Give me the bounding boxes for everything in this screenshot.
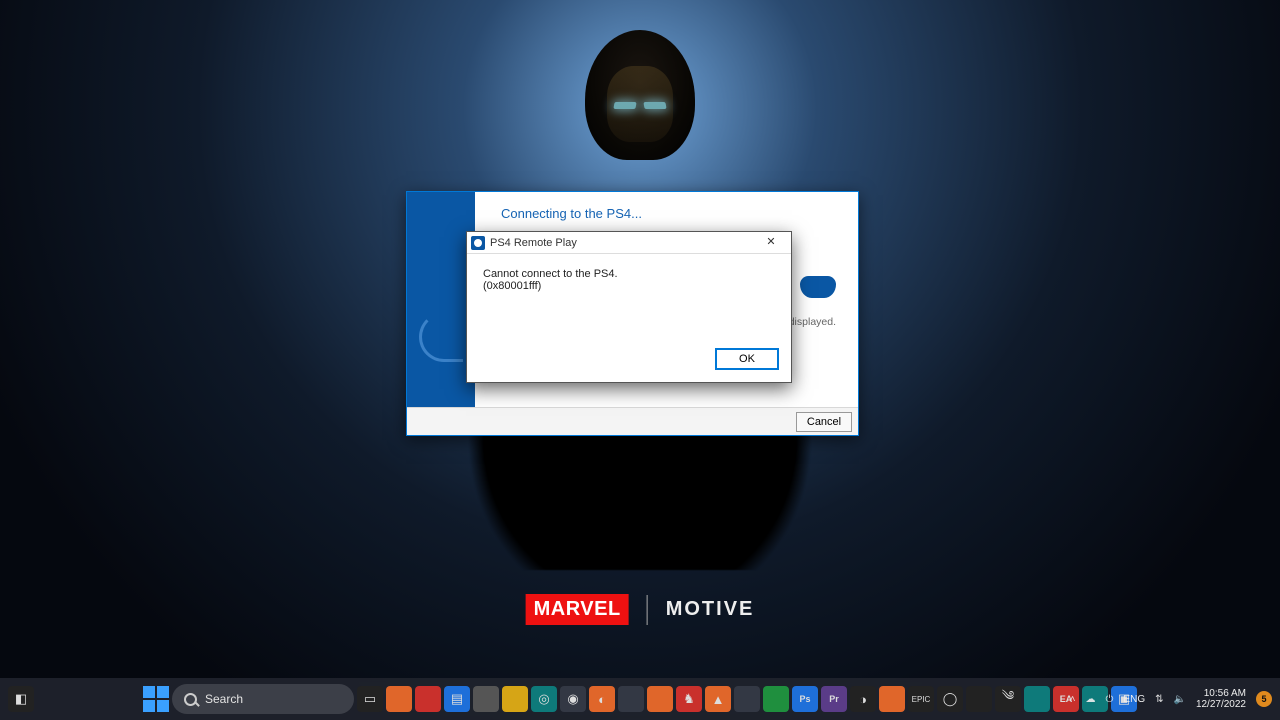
notifications-button[interactable]: 5 [1256,691,1272,707]
volume-tray-icon[interactable]: 🔈 [1173,694,1185,705]
wallpaper-helmet [585,30,695,160]
epic-icon: EPIC [912,695,931,704]
taskbar-clock[interactable]: 10:56 AM 12/27/2022 [1196,688,1246,711]
firefox-icon: ◐ [598,692,606,707]
taskbar-app-8[interactable] [763,686,789,712]
remote-play-screen-note: displayed. [789,316,836,328]
taskbar-app-1[interactable] [386,686,412,712]
remote-play-sidebar [407,192,475,407]
taskbar-app-4[interactable] [502,686,528,712]
task-view-button[interactable]: ▭ [357,686,383,712]
edge-button[interactable]: ◎ [531,686,557,712]
taskbar-app-9[interactable] [879,686,905,712]
brave-button[interactable]: ♞ [676,686,702,712]
steam-button[interactable]: ◯ [937,686,963,712]
clock-date: 12/27/2022 [1196,699,1246,711]
photoshop-button[interactable]: Ps [792,686,818,712]
close-icon: ✕ [766,236,775,248]
taskbar[interactable]: ◧ Search ▭ ▤ ◎ ◉ ◐ ♞ ▲ Ps Pr ◑ EPIC ◯ ༄ [0,678,1280,720]
widgets-icon: ◧ [15,691,27,707]
folder-icon: ▤ [451,691,463,707]
taskbar-app-7[interactable] [734,686,760,712]
wallpaper-logos: MARVEL MOTIVE [526,594,755,625]
motive-logo: MOTIVE [666,598,755,621]
tray-icon-2[interactable]: ⏻ [1106,694,1114,705]
clock-time: 10:56 AM [1196,688,1246,700]
controller-icon [800,276,836,298]
wallpaper-eye-right [643,102,666,109]
sidebar-deco-icon [419,312,463,362]
taskbar-app-11[interactable] [1024,686,1050,712]
language-indicator[interactable]: ENG [1123,694,1145,705]
taskbar-app-10[interactable] [966,686,992,712]
task-view-icon: ▭ [364,691,376,707]
resolve-icon: ◑ [859,692,867,707]
brave-icon: ♞ [683,691,695,707]
error-dialog[interactable]: PS4 Remote Play ✕ Cannot connect to the … [466,231,792,383]
vlc-icon: ▲ [712,692,725,707]
error-dialog-footer: OK [467,348,791,382]
premiere-button[interactable]: Pr [821,686,847,712]
widgets-button[interactable]: ◧ [8,686,34,712]
error-code: (0x80001fff) [483,280,775,292]
chevron-up-icon: ˄ [1070,694,1076,705]
remote-play-footer: Cancel [407,407,858,435]
remote-play-title: Connecting to the PS4... [501,206,840,221]
chrome-icon: ◉ [567,691,578,707]
error-dialog-titlebar[interactable]: PS4 Remote Play ✕ [467,232,791,254]
search-placeholder: Search [205,692,243,706]
taskbar-right: ˄ ☁ ⏻ ENG ⇅ 🔈 10:56 AM 12/27/2022 5 [1070,688,1272,711]
resolve-button[interactable]: ◑ [850,686,876,712]
taskbar-left: ◧ [8,686,34,712]
file-explorer-button[interactable]: ▤ [444,686,470,712]
tray-overflow-button[interactable]: ˄ [1070,694,1076,705]
remote-play-app-icon [471,236,485,250]
taskbar-app-3[interactable] [473,686,499,712]
cancel-button[interactable]: Cancel [796,412,852,432]
taskbar-app-5[interactable] [618,686,644,712]
taskbar-center: Search ▭ ▤ ◎ ◉ ◐ ♞ ▲ Ps Pr ◑ EPIC ◯ ༄ EA… [143,684,1137,714]
epic-button[interactable]: EPIC [908,686,934,712]
photoshop-icon: Ps [799,694,810,704]
taskbar-app-2[interactable] [415,686,441,712]
close-button[interactable]: ✕ [755,233,787,253]
error-message: Cannot connect to the PS4. [483,268,775,280]
error-dialog-body: Cannot connect to the PS4. (0x80001fff) [467,254,791,348]
logo-divider [647,595,648,625]
firefox-button[interactable]: ◐ [589,686,615,712]
chrome-button[interactable]: ◉ [560,686,586,712]
network-tray-icon[interactable]: ⇅ [1155,694,1163,705]
error-dialog-title: PS4 Remote Play [490,237,577,249]
vlc-button[interactable]: ▲ [705,686,731,712]
search-icon [184,693,197,706]
taskbar-search[interactable]: Search [172,684,354,714]
ok-button[interactable]: OK [715,348,779,370]
wallpaper-eye-left [613,102,636,109]
ubisoft-button[interactable]: ༄ [995,686,1021,712]
ubisoft-icon: ༄ [1002,681,1014,718]
marvel-logo: MARVEL [526,594,629,625]
edge-icon: ◎ [538,691,549,707]
start-button[interactable] [143,686,169,712]
premiere-icon: Pr [829,694,839,704]
onedrive-tray-icon[interactable]: ☁ [1086,694,1096,705]
taskbar-app-6[interactable] [647,686,673,712]
steam-icon: ◯ [943,691,958,707]
